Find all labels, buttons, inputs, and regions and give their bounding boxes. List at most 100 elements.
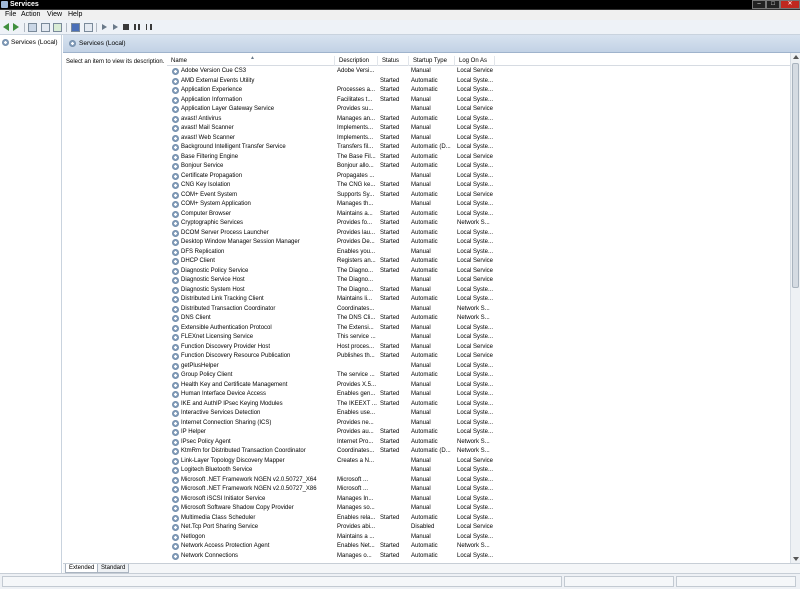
service-row[interactable]: COM+ System Application Manages th... Manu… bbox=[167, 200, 790, 210]
service-row[interactable]: Distributed Transaction Coordinator Coord… bbox=[167, 305, 790, 315]
service-row[interactable]: DNS Client The DNS Cli... Started Automatic… bbox=[167, 314, 790, 324]
service-row[interactable]: Adobe Version Cue CS3 Adobe Versi... Manua… bbox=[167, 67, 790, 77]
service-name: Desktop Window Manager Session Manager bbox=[181, 239, 300, 245]
service-row[interactable]: DFS Replication Enables you... Manual Local… bbox=[167, 248, 790, 258]
service-row[interactable]: Logitech Bluetooth Service Manual Local Sy… bbox=[167, 466, 790, 476]
scroll-up-icon[interactable] bbox=[793, 55, 799, 59]
column-header-log-on-as[interactable]: Log On As bbox=[455, 56, 495, 66]
service-row[interactable]: avast! Mail Scanner Implements... Started M… bbox=[167, 124, 790, 134]
service-startup-type: Manual bbox=[411, 277, 431, 283]
forward-icon[interactable] bbox=[13, 23, 19, 31]
services-list[interactable]: ▲ Name Description Status Startup Type L… bbox=[167, 53, 790, 563]
service-row[interactable]: Diagnostic System Host The Diagno... Start… bbox=[167, 286, 790, 296]
service-row[interactable]: Microsoft Software Shadow Copy Provider M… bbox=[167, 504, 790, 514]
pause-service-icon[interactable] bbox=[134, 24, 140, 30]
service-row[interactable]: Netlogon Maintains a ... Manual Local Syste… bbox=[167, 533, 790, 543]
menu-view[interactable]: View bbox=[47, 11, 62, 18]
service-row[interactable]: Certificate Propagation Propagates ... Man… bbox=[167, 172, 790, 182]
service-row[interactable]: Application Experience Processes a... Star… bbox=[167, 86, 790, 96]
tree-node-label: Services (Local) bbox=[11, 39, 58, 46]
column-header-startup-type[interactable]: Startup Type bbox=[409, 56, 455, 66]
vertical-scrollbar[interactable] bbox=[790, 53, 800, 563]
tree-node-services-local[interactable]: Services (Local) bbox=[2, 38, 58, 47]
service-log-on-as: Network S... bbox=[457, 543, 490, 549]
service-row[interactable]: getPlusHelper Manual Local Syste... bbox=[167, 362, 790, 372]
service-startup-type: Automatic bbox=[411, 296, 438, 302]
stop-service-icon[interactable] bbox=[123, 24, 129, 30]
scroll-thumb[interactable] bbox=[792, 63, 799, 288]
service-row[interactable]: CNG Key Isolation The CNG ke... Started Man… bbox=[167, 181, 790, 191]
start-service-icon[interactable] bbox=[102, 24, 107, 30]
close-button[interactable]: ✕ bbox=[780, 0, 800, 9]
gear-icon bbox=[172, 172, 179, 180]
service-row[interactable]: Microsoft .NET Framework NGEN v2.0.50727… bbox=[167, 476, 790, 486]
service-row[interactable]: Distributed Link Tracking Client Maintain… bbox=[167, 295, 790, 305]
scroll-down-icon[interactable] bbox=[793, 557, 799, 561]
service-row[interactable]: Diagnostic Policy Service The Diagno... St… bbox=[167, 267, 790, 277]
service-row[interactable]: avast! Web Scanner Implements... Started Ma… bbox=[167, 134, 790, 144]
service-row[interactable]: Diagnostic Service Host The Diagno... Manu… bbox=[167, 276, 790, 286]
service-row[interactable]: IPsec Policy Agent Internet Pro... Started… bbox=[167, 438, 790, 448]
service-description: Manages o... bbox=[337, 552, 372, 559]
service-row[interactable]: Microsoft iSCSI Initiator Service Manages… bbox=[167, 495, 790, 505]
service-name-cell: Application Layer Gateway Service bbox=[172, 105, 337, 115]
service-row[interactable]: Interactive Services Detection Enables us… bbox=[167, 409, 790, 419]
service-row[interactable]: Application Layer Gateway Service Provide… bbox=[167, 105, 790, 115]
service-row[interactable]: Function Discovery Provider Host Host pro… bbox=[167, 343, 790, 353]
help-icon[interactable] bbox=[71, 23, 80, 32]
service-row[interactable]: Net.Tcp Port Sharing Service Provides abi… bbox=[167, 523, 790, 533]
service-name-cell: Background Intelligent Transfer Service bbox=[172, 143, 337, 153]
service-row[interactable]: Multimedia Class Scheduler Enables rela..… bbox=[167, 514, 790, 524]
service-name-cell: Base Filtering Engine bbox=[172, 153, 337, 163]
tab-extended[interactable]: Extended bbox=[65, 564, 99, 573]
service-row[interactable]: Group Policy Client The service ... Starte… bbox=[167, 371, 790, 381]
export-list-icon[interactable] bbox=[84, 23, 93, 32]
service-row[interactable]: Network Connections Manages o... Started Au… bbox=[167, 552, 790, 562]
service-row[interactable]: avast! Antivirus Manages an... Started Auto… bbox=[167, 115, 790, 125]
service-log-on-as: Local Syste... bbox=[457, 125, 494, 131]
service-row[interactable]: Application Information Facilitates t... S… bbox=[167, 96, 790, 106]
service-row[interactable]: AMD External Events Utility Started Automa… bbox=[167, 77, 790, 87]
minimize-button[interactable]: – bbox=[752, 0, 766, 9]
service-row[interactable]: FLEXnet Licensing Service This service ..… bbox=[167, 333, 790, 343]
menu-action[interactable]: Action bbox=[21, 11, 40, 18]
service-row[interactable]: Human Interface Device Access Enables gen… bbox=[167, 390, 790, 400]
service-row[interactable]: Function Discovery Resource Publication P… bbox=[167, 352, 790, 362]
maximize-button[interactable]: □ bbox=[766, 0, 780, 9]
service-row[interactable]: Base Filtering Engine The Base Fil... Star… bbox=[167, 153, 790, 163]
service-row[interactable]: Desktop Window Manager Session Manager Pr… bbox=[167, 238, 790, 248]
column-header-status[interactable]: Status bbox=[378, 56, 409, 66]
service-row[interactable]: Internet Connection Sharing (ICS) Provide… bbox=[167, 419, 790, 429]
column-header-name[interactable]: ▲ Name bbox=[167, 55, 335, 66]
service-row[interactable]: Cryptographic Services Provides fo... Star… bbox=[167, 219, 790, 229]
column-header-description[interactable]: Description bbox=[335, 56, 378, 66]
service-row[interactable]: Background Intelligent Transfer Service T… bbox=[167, 143, 790, 153]
service-row[interactable]: Network Access Protection Agent Enables N… bbox=[167, 542, 790, 552]
gear-icon bbox=[2, 39, 9, 46]
properties-icon[interactable] bbox=[41, 23, 50, 32]
service-row[interactable]: DHCP Client Registers an... Started Automat… bbox=[167, 257, 790, 267]
service-row[interactable]: KtmRm for Distributed Transaction Coordi… bbox=[167, 447, 790, 457]
service-row[interactable]: Computer Browser Maintains a... Started Aut… bbox=[167, 210, 790, 220]
show-hide-console-tree-icon[interactable] bbox=[28, 23, 37, 32]
gear-icon bbox=[172, 410, 179, 418]
menu-help[interactable]: Help bbox=[68, 11, 82, 18]
service-row[interactable]: Microsoft .NET Framework NGEN v2.0.50727… bbox=[167, 485, 790, 495]
service-row[interactable]: Extensible Authentication Protocol The Ex… bbox=[167, 324, 790, 334]
tab-standard[interactable]: Standard bbox=[97, 564, 130, 573]
service-startup-type: Disabled bbox=[411, 524, 435, 530]
service-row[interactable]: IP Helper Provides au... Started Automatic L… bbox=[167, 428, 790, 438]
service-row[interactable]: Bonjour Service Bonjour allo... Started Aut… bbox=[167, 162, 790, 172]
service-row[interactable]: IKE and AuthIP IPsec Keying Modules The I… bbox=[167, 400, 790, 410]
restart-service-icon[interactable] bbox=[146, 24, 152, 30]
service-row[interactable]: COM+ Event System Supports Sy... Started Au… bbox=[167, 191, 790, 201]
service-row[interactable]: Health Key and Certificate Management Pro… bbox=[167, 381, 790, 391]
back-icon[interactable] bbox=[3, 23, 9, 31]
service-row[interactable]: Link-Layer Topology Discovery Mapper Crea… bbox=[167, 457, 790, 467]
menu-file[interactable]: File bbox=[5, 11, 16, 18]
service-status: Started bbox=[380, 210, 400, 217]
gear-icon bbox=[172, 87, 179, 95]
service-row[interactable]: DCOM Server Process Launcher Provides lau… bbox=[167, 229, 790, 239]
start-service-alt-icon[interactable] bbox=[113, 24, 118, 30]
refresh-icon[interactable] bbox=[53, 23, 62, 32]
